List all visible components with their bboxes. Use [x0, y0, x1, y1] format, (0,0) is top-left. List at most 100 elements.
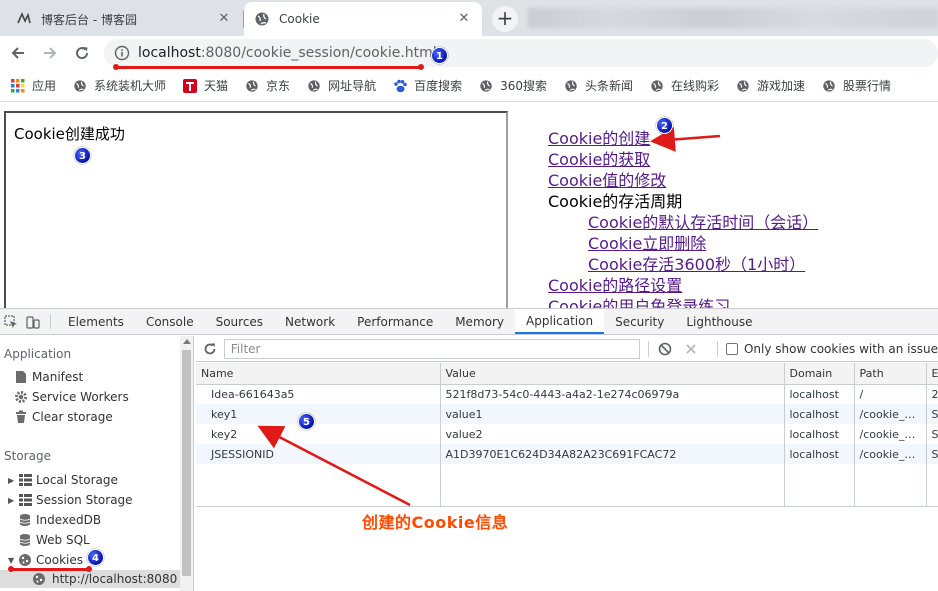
cookies-table: Name Value Domain Path Ex Idea-661643a55…	[196, 363, 938, 508]
devtools-tab-performance[interactable]: Performance	[346, 309, 444, 334]
bookmark-item[interactable]: 网址导航	[306, 77, 376, 94]
close-tab-icon[interactable]: ✕	[456, 11, 472, 27]
bookmark-label: 头条新闻	[585, 79, 634, 93]
cookie-links-list: Cookie的创建 Cookie的获取 Cookie值的修改 Cookie的存活周期 C…	[548, 128, 818, 308]
bookmark-item[interactable]: 360搜索	[478, 77, 547, 94]
cookie-value-cell: A1D3970E1C624D34A82A23C691FCAC72	[439, 444, 785, 465]
annotation-dot	[418, 64, 424, 70]
sidebar-item-manifest[interactable]: Manifest	[14, 367, 83, 387]
sidebar-item-clear-storage[interactable]: Clear storage	[14, 407, 113, 427]
inspect-element-button[interactable]	[0, 309, 22, 334]
cookies-pane: Only show cookies with an issue Name Val…	[196, 336, 938, 591]
tab-blog-admin[interactable]: 博客后台 - 博客园 ✕	[6, 2, 242, 36]
bookmark-label: 应用	[32, 79, 57, 93]
devtools-tab-sources[interactable]: Sources	[205, 309, 274, 334]
column-header-value[interactable]: Value	[439, 363, 785, 385]
annotation-badge-3: 3	[74, 147, 91, 164]
devtools-tab-application[interactable]: Application	[515, 309, 605, 334]
devtools-tab-lighthouse[interactable]: Lighthouse	[675, 309, 763, 334]
cookie-path-cell: /	[853, 384, 927, 405]
sidebar-item-indexeddb[interactable]: IndexedDB	[8, 510, 101, 530]
bookmark-item[interactable]: 百度搜索	[392, 77, 462, 94]
column-header-path[interactable]: Path	[853, 363, 927, 385]
expand-arrow-icon[interactable]: ▶	[8, 496, 18, 505]
table-row[interactable]: JSESSIONID A1D3970E1C624D34A82A23C691FCAC…	[196, 444, 938, 465]
reload-button[interactable]	[70, 41, 94, 65]
info-icon[interactable]	[114, 45, 130, 61]
cookie-link[interactable]: Cookie的路径设置	[548, 275, 818, 296]
only-issue-checkbox[interactable]	[726, 342, 738, 355]
frame-message: Cookie创建成功	[14, 125, 125, 143]
sidebar-item-cookie-origin[interactable]: http://localhost:8080	[0, 570, 180, 588]
sidebar-item-session-storage[interactable]: ▶ Session Storage	[8, 490, 133, 510]
annotation-dot	[86, 566, 92, 572]
filter-divider	[648, 340, 650, 357]
bookmark-label: 网址导航	[328, 79, 377, 93]
globe-icon	[478, 78, 494, 94]
toolbar-divider	[50, 314, 51, 329]
column-header-domain[interactable]: Domain	[783, 363, 855, 385]
bookmark-item[interactable]: 头条新闻	[563, 77, 633, 94]
cookie-domain-cell: localhost	[783, 384, 855, 405]
cookie-domain-cell: localhost	[783, 404, 855, 425]
device-toolbar-button[interactable]	[22, 309, 44, 334]
devtools-tab-network[interactable]: Network	[274, 309, 346, 334]
new-tab-button[interactable]: +	[492, 6, 518, 32]
scroll-up-arrow-icon[interactable]	[183, 339, 191, 344]
cookie-link[interactable]: Cookie立即删除	[548, 233, 818, 254]
cookie-link[interactable]: Cookie值的修改	[548, 170, 818, 191]
empty-cell	[853, 464, 927, 508]
globe-icon	[72, 78, 88, 94]
arrow-right-icon	[44, 47, 57, 59]
bookmark-item[interactable]: 游戏加速	[735, 77, 805, 94]
sidebar-scrollbar-thumb[interactable]	[182, 350, 191, 576]
bookmark-item[interactable]: 股票行情	[821, 77, 891, 94]
clear-icon[interactable]	[683, 341, 699, 357]
refresh-button[interactable]	[196, 342, 224, 356]
cookie-icon	[18, 553, 32, 567]
devtools-tab-memory[interactable]: Memory	[444, 309, 515, 334]
column-header-expires[interactable]: Ex	[925, 363, 938, 385]
close-tab-icon[interactable]: ✕	[216, 11, 232, 27]
bookmark-item[interactable]: 应用	[10, 77, 56, 94]
cookie-link[interactable]: Cookie的默认存活时间（会话）	[548, 212, 818, 233]
bookmark-item[interactable]: 京东	[244, 77, 290, 94]
grid-icon	[18, 473, 32, 487]
sidebar-item-local-storage[interactable]: ▶ Local Storage	[8, 470, 118, 490]
bookmark-item[interactable]: 天猫	[182, 77, 228, 94]
block-icon[interactable]	[657, 341, 673, 357]
collapse-arrow-icon[interactable]: ▼	[8, 556, 18, 565]
address-bar[interactable]: localhost:8080/cookie_session/cookie.htm…	[104, 39, 938, 67]
bookmark-item[interactable]: 在线购彩	[649, 77, 719, 94]
filter-input[interactable]	[223, 338, 641, 359]
back-button[interactable]	[6, 41, 30, 65]
empty-cell	[783, 464, 855, 508]
globe-icon	[254, 11, 270, 27]
table-row[interactable]: Idea-661643a5 521f8d73-54c0-4443-a4a2-1e2…	[196, 384, 938, 405]
devtools-tab-elements[interactable]: Elements	[57, 309, 135, 334]
forward-button[interactable]	[38, 41, 62, 65]
annotation-underline-url	[116, 66, 422, 69]
table-empty-row	[196, 464, 938, 508]
cookie-link[interactable]: Cookie的创建	[548, 128, 818, 149]
expand-arrow-icon[interactable]: ▶	[8, 476, 18, 485]
annotation-badge-5: 5	[298, 413, 315, 430]
devtools-tab-security[interactable]: Security	[604, 309, 675, 334]
tab-cookie[interactable]: Cookie ✕	[244, 2, 482, 36]
page-content: Cookie创建成功 Cookie的创建 Cookie的获取 Cookie值的修改 C…	[0, 102, 938, 308]
devtools-tab-console[interactable]: Console	[135, 309, 205, 334]
sidebar-item-service-workers[interactable]: Service Workers	[14, 387, 129, 407]
annotation-badge-1: 1	[431, 47, 448, 64]
cookie-link[interactable]: Cookie存活3600秒（1小时）	[548, 254, 818, 275]
bookmark-label: 股票行情	[843, 79, 892, 93]
bookmark-item[interactable]: 系统装机大师	[72, 77, 166, 94]
device-icon	[26, 315, 40, 329]
cookies-filter-bar: Only show cookies with an issue	[196, 336, 938, 362]
cookie-link[interactable]: Cookie的获取	[548, 149, 818, 170]
cookie-expires-cell: Se	[925, 404, 938, 425]
sidebar-item-web-sql[interactable]: Web SQL	[8, 530, 90, 550]
column-header-name[interactable]: Name	[196, 363, 441, 385]
sidebar-item-cookies[interactable]: ▼ Cookies	[8, 550, 83, 570]
cookie-link[interactable]: Cookie的用户免登录练习	[548, 296, 818, 308]
tab-title: 博客后台 - 博客园	[41, 12, 137, 27]
